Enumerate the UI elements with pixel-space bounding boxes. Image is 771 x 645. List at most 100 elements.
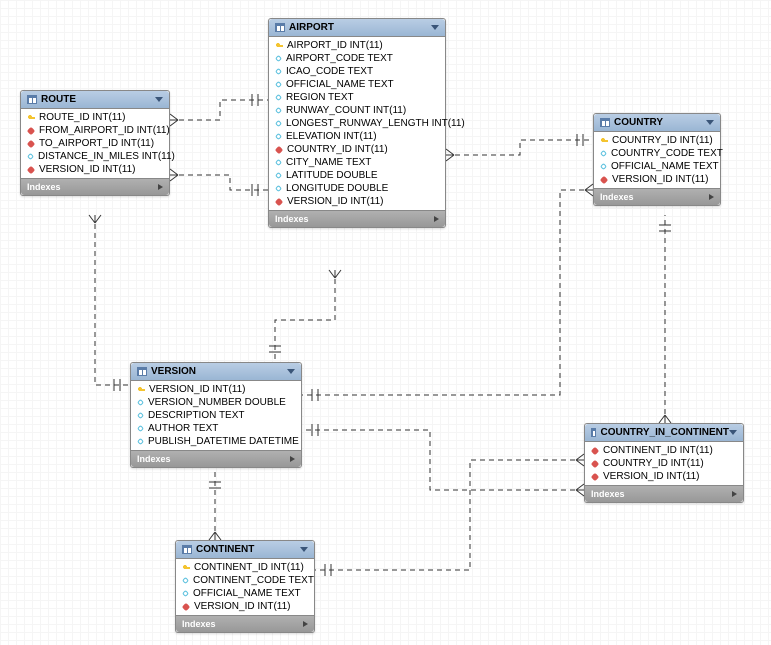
field-row[interactable]: DESCRIPTION TEXT xyxy=(131,409,301,422)
indexes-section[interactable]: Indexes xyxy=(585,485,743,502)
chevron-right-icon[interactable] xyxy=(303,621,308,627)
entity-airport[interactable]: AIRPORTAIRPORT_ID INT(11)AIRPORT_CODE TE… xyxy=(268,18,446,228)
field-row[interactable]: CONTINENT_CODE TEXT xyxy=(176,574,314,587)
fk-icon xyxy=(182,602,190,610)
field-row[interactable]: AIRPORT_CODE TEXT xyxy=(269,52,445,65)
entity-header[interactable]: COUNTRY xyxy=(594,114,720,132)
field-label: CONTINENT_ID INT(11) xyxy=(603,445,713,456)
entity-country_in_continent[interactable]: COUNTRY_IN_CONTINENT CONTINENT_ID INT(11)… xyxy=(584,423,744,503)
field-row[interactable]: PUBLISH_DATETIME DATETIME xyxy=(131,435,301,448)
field-row[interactable]: COUNTRY_ID INT(11) xyxy=(585,457,743,470)
field-label: COUNTRY_ID INT(11) xyxy=(612,135,713,146)
field-label: COUNTRY_ID INT(11) xyxy=(603,458,704,469)
field-row[interactable]: CITY_NAME TEXT xyxy=(269,156,445,169)
chevron-down-icon[interactable] xyxy=(729,430,737,435)
entity-title: COUNTRY_IN_CONTINENT xyxy=(600,427,729,438)
field-row[interactable]: COUNTRY_ID INT(11) xyxy=(594,134,720,147)
field-row[interactable]: VERSION_ID INT(11) xyxy=(131,383,301,396)
field-label: VERSION_ID INT(11) xyxy=(287,196,384,207)
chevron-right-icon[interactable] xyxy=(732,491,737,497)
key-icon xyxy=(600,137,608,145)
chevron-right-icon[interactable] xyxy=(158,184,163,190)
field-row[interactable]: ROUTE_ID INT(11) xyxy=(21,111,169,124)
field-row[interactable]: AIRPORT_ID INT(11) xyxy=(269,39,445,52)
chevron-right-icon[interactable] xyxy=(434,216,439,222)
chevron-right-icon[interactable] xyxy=(290,456,295,462)
chevron-down-icon[interactable] xyxy=(155,97,163,102)
field-row[interactable]: LONGEST_RUNWAY_LENGTH INT(11) xyxy=(269,117,445,130)
chevron-down-icon[interactable] xyxy=(287,369,295,374)
field-row[interactable]: REGION TEXT xyxy=(269,91,445,104)
column-icon xyxy=(275,120,282,127)
field-row[interactable]: COUNTRY_CODE TEXT xyxy=(594,147,720,160)
entity-header[interactable]: AIRPORT xyxy=(269,19,445,37)
indexes-section[interactable]: Indexes xyxy=(176,615,314,632)
fk-icon xyxy=(275,145,283,153)
column-icon xyxy=(137,425,144,432)
fk-icon xyxy=(27,165,35,173)
field-row[interactable]: RUNWAY_COUNT INT(11) xyxy=(269,104,445,117)
field-row[interactable]: LONGITUDE DOUBLE xyxy=(269,182,445,195)
chevron-down-icon[interactable] xyxy=(300,547,308,552)
field-list: ROUTE_ID INT(11)FROM_AIRPORT_ID INT(11)T… xyxy=(21,109,169,178)
entity-continent[interactable]: CONTINENT CONTINENT_ID INT(11)CONTINENT_C… xyxy=(175,540,315,633)
field-label: OFFICIAL_NAME TEXT xyxy=(193,588,301,599)
field-row[interactable]: OFFICIAL_NAME TEXT xyxy=(594,160,720,173)
entity-header[interactable]: CONTINENT xyxy=(176,541,314,559)
entity-version[interactable]: VERSION VERSION_ID INT(11)VERSION_NUMBER … xyxy=(130,362,302,468)
entity-header[interactable]: ROUTE xyxy=(21,91,169,109)
indexes-section[interactable]: Indexes xyxy=(21,178,169,195)
field-label: AUTHOR TEXT xyxy=(148,423,218,434)
field-label: COUNTRY_CODE TEXT xyxy=(611,148,723,159)
indexes-section[interactable]: Indexes xyxy=(269,210,445,227)
fk-icon xyxy=(275,197,283,205)
field-label: VERSION_NUMBER DOUBLE xyxy=(148,397,286,408)
field-row[interactable]: CONTINENT_ID INT(11) xyxy=(585,444,743,457)
column-icon xyxy=(137,412,144,419)
field-row[interactable]: TO_AIRPORT_ID INT(11) xyxy=(21,137,169,150)
chevron-down-icon[interactable] xyxy=(431,25,439,30)
indexes-section[interactable]: Indexes xyxy=(594,188,720,205)
entity-country[interactable]: COUNTRY COUNTRY_ID INT(11) COUNTRY_CODE TE… xyxy=(593,113,721,206)
field-row[interactable]: VERSION_ID INT(11) xyxy=(594,173,720,186)
field-list: AIRPORT_ID INT(11)AIRPORT_CODE TEXTICAO_… xyxy=(269,37,445,210)
field-row[interactable]: ELEVATION INT(11) xyxy=(269,130,445,143)
entity-title: COUNTRY xyxy=(614,117,663,128)
field-row[interactable]: OFFICIAL_NAME TEXT xyxy=(269,78,445,91)
table-icon xyxy=(137,367,147,376)
field-row[interactable]: COUNTRY_ID INT(11) xyxy=(269,143,445,156)
field-row[interactable]: CONTINENT_ID INT(11) xyxy=(176,561,314,574)
fk-icon xyxy=(600,175,608,183)
key-icon xyxy=(27,114,35,122)
field-row[interactable]: FROM_AIRPORT_ID INT(11) xyxy=(21,124,169,137)
field-row[interactable]: LATITUDE DOUBLE xyxy=(269,169,445,182)
field-label: RUNWAY_COUNT INT(11) xyxy=(286,105,406,116)
chevron-right-icon[interactable] xyxy=(709,194,714,200)
entity-route[interactable]: ROUTEROUTE_ID INT(11)FROM_AIRPORT_ID INT… xyxy=(20,90,170,196)
field-row[interactable]: VERSION_ID INT(11) xyxy=(176,600,314,613)
field-label: LONGEST_RUNWAY_LENGTH INT(11) xyxy=(286,118,465,129)
field-row[interactable]: DISTANCE_IN_MILES INT(11) xyxy=(21,150,169,163)
key-icon xyxy=(137,386,145,394)
field-row[interactable]: VERSION_ID INT(11) xyxy=(585,470,743,483)
field-label: AIRPORT_ID INT(11) xyxy=(287,40,383,51)
indexes-section[interactable]: Indexes xyxy=(131,450,301,467)
column-icon xyxy=(275,68,282,75)
field-label: ICAO_CODE TEXT xyxy=(286,66,373,77)
table-icon xyxy=(275,23,285,32)
entity-title: CONTINENT xyxy=(196,544,254,555)
field-row[interactable]: AUTHOR TEXT xyxy=(131,422,301,435)
field-row[interactable]: OFFICIAL_NAME TEXT xyxy=(176,587,314,600)
field-row[interactable]: VERSION_NUMBER DOUBLE xyxy=(131,396,301,409)
chevron-down-icon[interactable] xyxy=(706,120,714,125)
entity-title: VERSION xyxy=(151,366,196,377)
field-row[interactable]: VERSION_ID INT(11) xyxy=(21,163,169,176)
table-icon xyxy=(600,118,610,127)
entity-header[interactable]: VERSION xyxy=(131,363,301,381)
field-row[interactable]: VERSION_ID INT(11) xyxy=(269,195,445,208)
entity-header[interactable]: COUNTRY_IN_CONTINENT xyxy=(585,424,743,442)
field-row[interactable]: ICAO_CODE TEXT xyxy=(269,65,445,78)
fk-icon xyxy=(27,126,35,134)
indexes-label: Indexes xyxy=(27,182,61,192)
field-label: DESCRIPTION TEXT xyxy=(148,410,245,421)
